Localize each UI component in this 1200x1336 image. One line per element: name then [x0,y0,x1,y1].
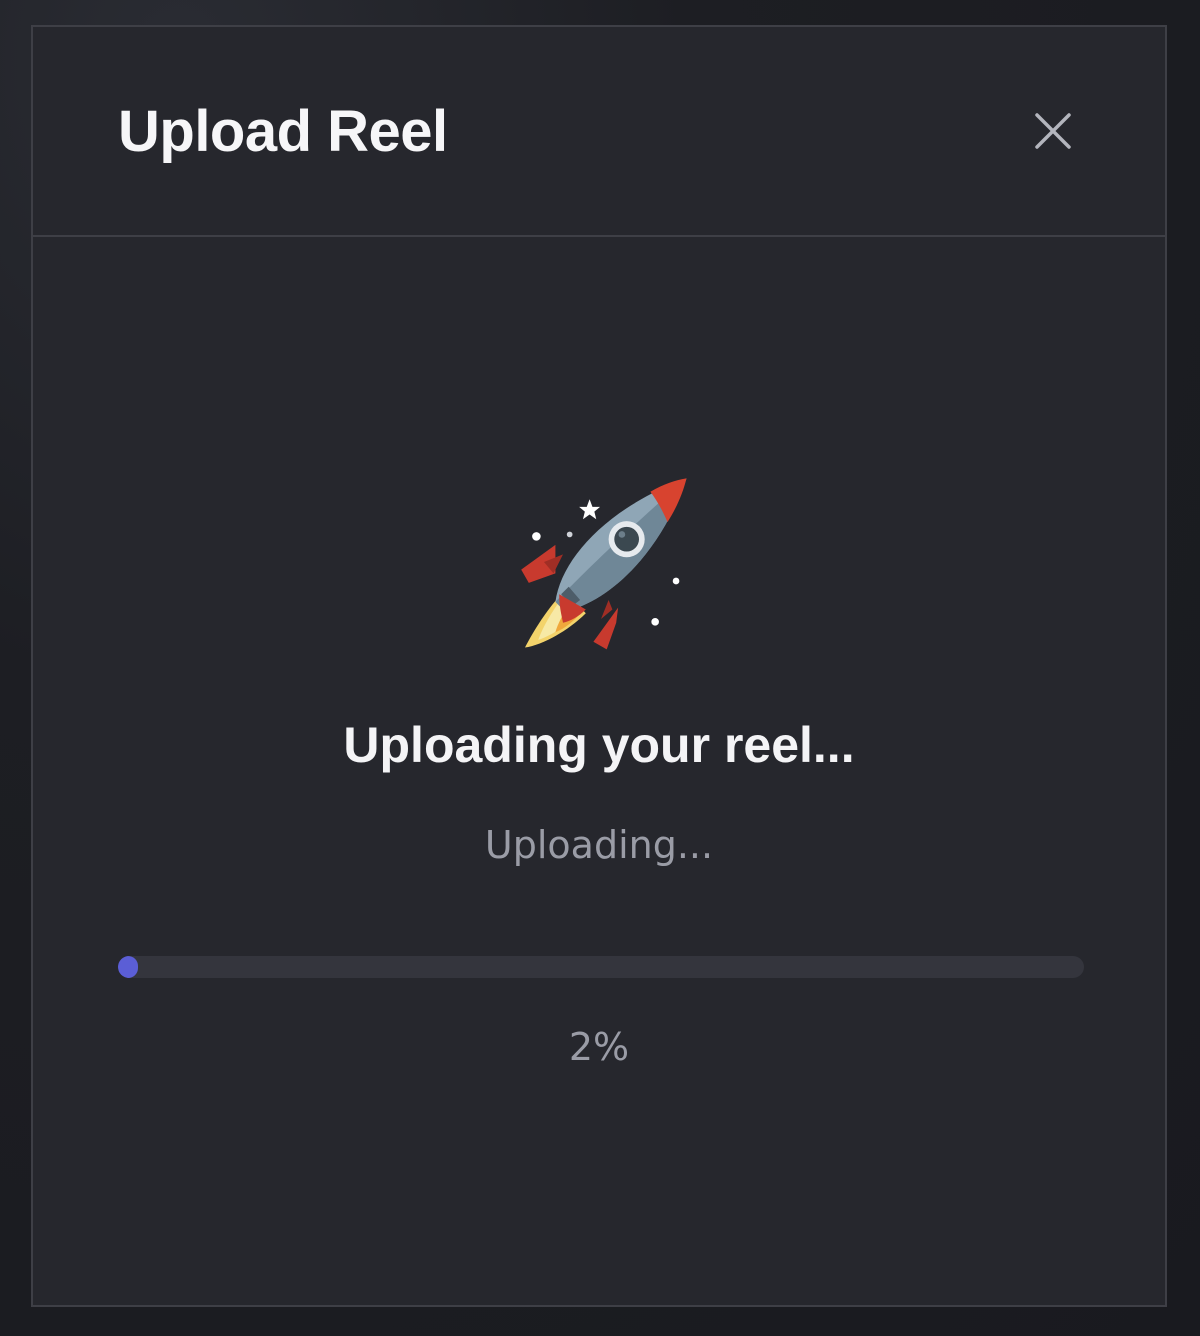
upload-status-text: Uploading... [484,823,714,867]
close-button[interactable] [1021,99,1085,163]
rocket-icon [521,478,687,650]
upload-progress-percent: 2% [568,1025,630,1069]
upload-reel-dialog: Upload Reel Uploading your reel... Uploa… [31,25,1167,1307]
upload-progress-fill [118,956,138,978]
dialog-body: Uploading your reel... Uploading... 2% [33,237,1165,1307]
upload-heading: Uploading your reel... [343,717,855,773]
upload-progress-bar [118,956,1084,978]
dialog-title: Upload Reel [118,99,448,164]
dialog-header: Upload Reel [33,27,1165,237]
close-icon [1035,113,1071,149]
